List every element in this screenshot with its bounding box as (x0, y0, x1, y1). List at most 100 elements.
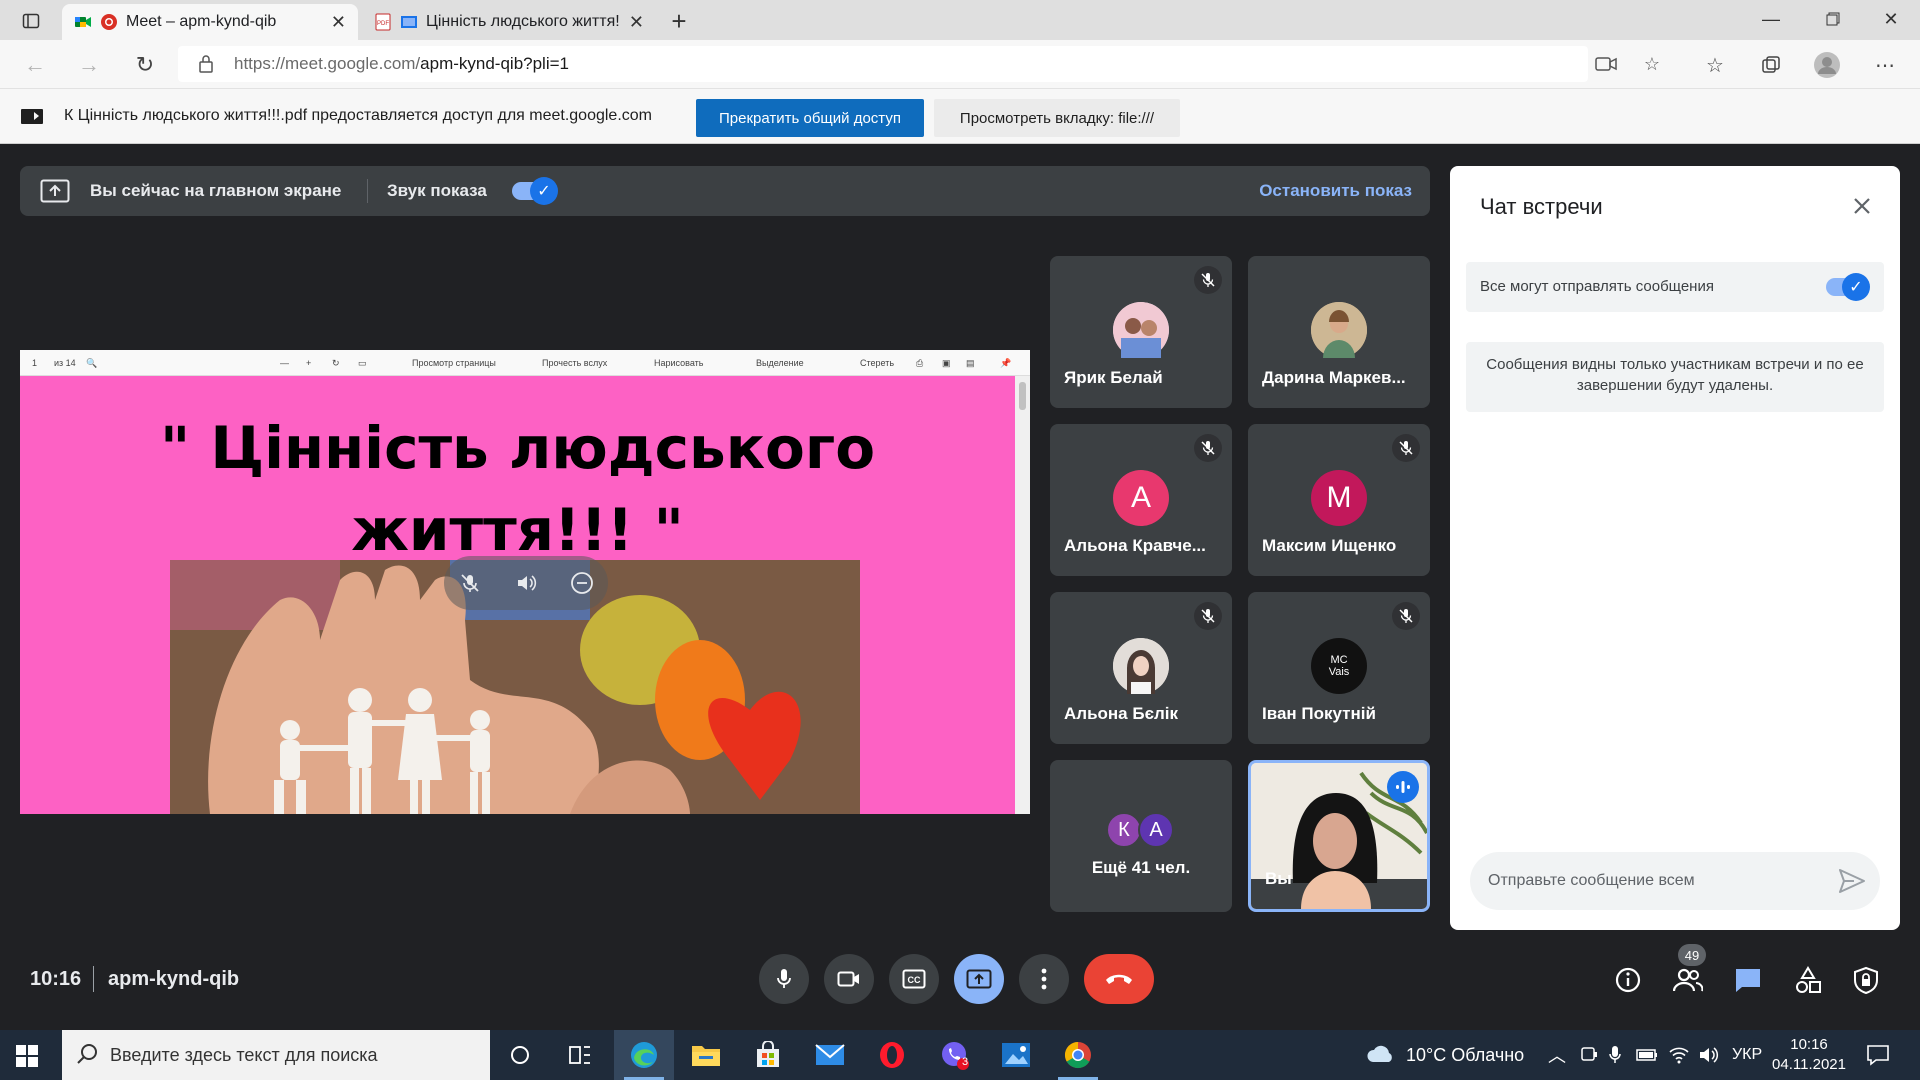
meeting-details-button[interactable] (1610, 962, 1646, 998)
zoom-in-icon[interactable]: + (306, 358, 311, 368)
mute-tile-icon[interactable] (456, 569, 484, 597)
camera-in-use-icon[interactable] (1594, 52, 1618, 76)
pin-icon[interactable]: 📌 (1000, 358, 1011, 369)
close-tab-icon[interactable]: ✕ (629, 12, 644, 33)
microphone-button[interactable] (759, 954, 809, 1004)
stop-sharing-button[interactable]: Прекратить общий доступ (696, 99, 924, 137)
address-bar[interactable]: https://meet.google.com/apm-kynd-qib?pli… (178, 46, 1660, 82)
collections-icon[interactable] (1756, 50, 1786, 80)
presenting-banner: Вы сейчас на главном экране Звук показа … (20, 166, 1430, 216)
show-hidden-icons-icon[interactable]: ︿ (1548, 1042, 1566, 1068)
page-number[interactable]: 1 (32, 358, 37, 368)
stop-presenting-button[interactable]: Остановить показ (1259, 181, 1412, 201)
task-view-icon[interactable] (550, 1030, 610, 1080)
rotate-icon[interactable]: ↻ (332, 358, 340, 369)
page-view-button[interactable]: Просмотр страницы (412, 358, 496, 368)
read-aloud-button[interactable]: Прочесть вслух (542, 358, 607, 368)
lock-icon[interactable] (198, 54, 214, 79)
new-tab-icon[interactable]: + (666, 6, 692, 36)
activities-button[interactable] (1790, 962, 1826, 998)
taskbar-clock[interactable]: 10:16 04.11.2021 (1772, 1035, 1846, 1075)
save-icon[interactable]: ▣ (942, 358, 951, 369)
close-window-icon[interactable]: ✕ (1876, 6, 1906, 32)
scrollbar-thumb[interactable] (1019, 382, 1026, 410)
edge-icon[interactable] (614, 1030, 674, 1080)
chat-button[interactable] (1730, 962, 1766, 998)
weather-text[interactable]: 10°C Облачно (1406, 1045, 1524, 1066)
cortana-icon[interactable] (490, 1030, 550, 1080)
wifi-icon[interactable] (1668, 1046, 1690, 1069)
participant-tile[interactable]: А Альона Кравче... (1050, 424, 1232, 576)
minimize-icon[interactable]: — (1756, 6, 1786, 32)
tab-actions-icon[interactable] (18, 8, 44, 34)
participant-tile[interactable]: Дарина Маркев... (1248, 256, 1430, 408)
participants-button[interactable] (1670, 962, 1706, 998)
profile-avatar[interactable] (1812, 50, 1842, 80)
notifications-icon[interactable] (1866, 1044, 1890, 1071)
volume-icon[interactable] (512, 569, 540, 597)
recording-icon (100, 13, 118, 31)
windows-start-icon[interactable] (16, 1045, 38, 1067)
mail-icon[interactable] (800, 1030, 860, 1080)
file-explorer-icon[interactable] (676, 1030, 736, 1080)
leave-call-button[interactable] (1084, 954, 1154, 1004)
tab-meet[interactable]: Meet – apm-kynd-qib ✕ (62, 4, 358, 40)
viber-icon[interactable]: 3 (924, 1030, 984, 1080)
search-icon[interactable]: 🔍 (86, 358, 97, 369)
draw-button[interactable]: Нарисовать (654, 358, 703, 368)
device-icon[interactable] (1580, 1047, 1598, 1068)
chat-panel: Чат встречи Все могут отправлять сообщен… (1450, 166, 1900, 930)
erase-button[interactable]: Стереть (860, 358, 894, 368)
volume-icon[interactable] (1698, 1046, 1720, 1069)
search-placeholder: Введите здесь текст для поиска (110, 1045, 378, 1065)
camera-button[interactable] (824, 954, 874, 1004)
close-tab-icon[interactable]: ✕ (331, 12, 346, 33)
taskbar-search-box[interactable]: Введите здесь текст для поиска (62, 1030, 490, 1080)
back-icon[interactable]: ← (20, 50, 50, 80)
save-as-icon[interactable]: ▤ (966, 358, 975, 369)
participant-name: Дарина Маркев... (1262, 368, 1406, 387)
pdf-scrollbar[interactable] (1015, 376, 1030, 814)
chat-message-input[interactable]: Отправьте сообщение всем (1470, 852, 1880, 910)
host-controls-button[interactable] (1848, 962, 1884, 998)
clock-date: 04.11.2021 (1772, 1056, 1846, 1073)
send-icon[interactable] (1838, 868, 1866, 894)
more-participants-tile[interactable]: К А Ещё 41 чел. (1050, 760, 1232, 912)
view-tab-button[interactable]: Просмотреть вкладку: file:/// (934, 99, 1180, 137)
avatar: К (1106, 812, 1142, 848)
captions-button[interactable]: CC (889, 954, 939, 1004)
refresh-icon[interactable]: ↻ (130, 50, 160, 80)
participant-tile[interactable]: М Максим Ищенко (1248, 424, 1430, 576)
url-text: https://meet.google.com/apm-kynd-qib?pli… (234, 54, 569, 73)
battery-icon[interactable] (1636, 1048, 1658, 1067)
self-video-tile[interactable]: Вы (1248, 760, 1430, 912)
add-favorite-icon[interactable]: ☆ (1640, 52, 1664, 76)
tab-pdf[interactable]: PDF Цінність людського життя!!!.pdf ✕ (362, 4, 656, 40)
more-menu-icon[interactable]: ⋯ (1870, 50, 1900, 80)
photos-icon[interactable] (986, 1030, 1046, 1080)
microsoft-store-icon[interactable] (738, 1030, 798, 1080)
highlight-button[interactable]: Выделение (756, 358, 804, 368)
close-icon[interactable] (1846, 190, 1878, 222)
presentation-sound-toggle[interactable]: ✓ (512, 177, 558, 205)
opera-icon[interactable] (862, 1030, 922, 1080)
favorites-icon[interactable]: ☆ (1700, 50, 1730, 80)
forward-icon[interactable]: → (74, 50, 104, 80)
weather-icon[interactable] (1366, 1044, 1396, 1069)
participant-tile[interactable]: Ярик Белай (1050, 256, 1232, 408)
input-language[interactable]: УКР (1732, 1046, 1762, 1064)
svg-text:PDF: PDF (377, 21, 389, 27)
zoom-out-icon[interactable]: — (280, 358, 289, 368)
restore-icon[interactable] (1818, 6, 1848, 32)
more-options-button[interactable] (1019, 954, 1069, 1004)
chrome-icon[interactable] (1048, 1030, 1108, 1080)
participant-tile[interactable]: Альона Бєлік (1050, 592, 1232, 744)
fit-page-icon[interactable]: ▭ (358, 358, 367, 369)
remove-tile-icon[interactable] (568, 569, 596, 597)
microphone-in-use-icon[interactable] (1608, 1045, 1622, 1070)
sharing-infobar: К Цінність людського життя!!!.pdf предос… (0, 88, 1920, 144)
chat-permission-toggle[interactable]: ✓ (1826, 273, 1870, 301)
participant-tile[interactable]: MC Vais Іван Покутній (1248, 592, 1430, 744)
print-icon[interactable]: ⎙ (916, 358, 923, 369)
present-now-button[interactable] (954, 954, 1004, 1004)
